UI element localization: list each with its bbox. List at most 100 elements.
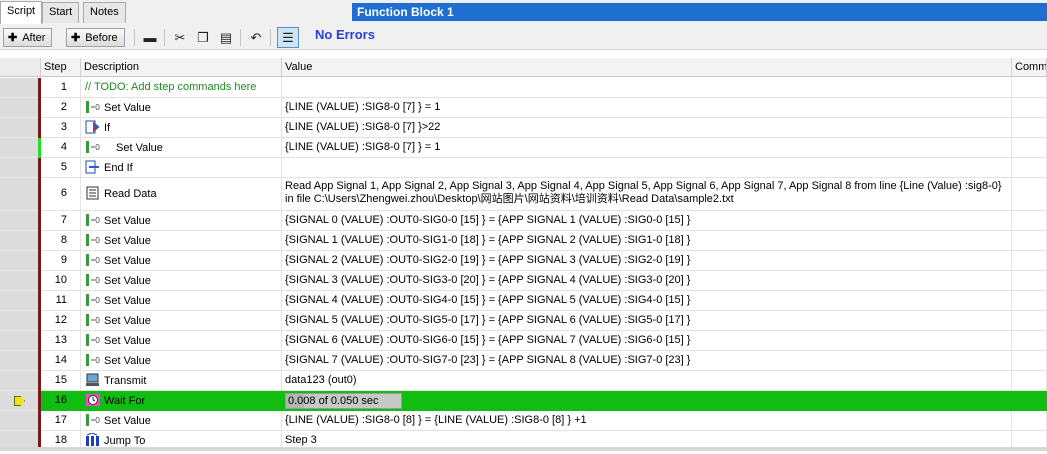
step-value[interactable]: {LINE (VALUE) :SIG8-0 [7] } = 1 (282, 98, 1012, 118)
table-row[interactable]: 3 If {LINE (VALUE) :SIG8-0 [7] }>22 (0, 118, 1047, 138)
step-description[interactable]: 0 Set Value (81, 231, 282, 251)
step-description[interactable]: 0 Set Value (81, 291, 282, 311)
row-gutter[interactable] (0, 138, 38, 158)
row-gutter[interactable] (0, 118, 38, 138)
step-comment[interactable] (1012, 371, 1047, 391)
insert-before-button[interactable]: ✚ Before (66, 28, 125, 47)
table-row[interactable]: 7 0 Set Value {SIGNAL 0 (VALUE) :OUT0-SIG… (0, 211, 1047, 231)
step-description[interactable]: Transmit (81, 371, 282, 391)
row-gutter[interactable] (0, 251, 38, 271)
step-comment[interactable] (1012, 158, 1047, 178)
insert-after-button[interactable]: ✚ After (3, 28, 53, 47)
step-description[interactable]: 0 Set Value (81, 98, 282, 118)
step-description[interactable]: Read Data (81, 178, 282, 211)
step-comment[interactable] (1012, 231, 1047, 251)
table-row[interactable]: 11 0 Set Value {SIGNAL 4 (VALUE) :OUT0-SI… (0, 291, 1047, 311)
step-comment[interactable] (1012, 118, 1047, 138)
step-comment[interactable] (1012, 331, 1047, 351)
row-gutter[interactable] (0, 371, 38, 391)
tab-script[interactable]: Script (0, 1, 43, 24)
row-gutter[interactable] (0, 178, 38, 211)
cut-icon[interactable]: ✂ (171, 29, 189, 46)
step-value[interactable]: {SIGNAL 5 (VALUE) :OUT0-SIG5-0 [17] } = … (282, 311, 1012, 331)
table-row[interactable]: 6 Read Data Read App Signal 1, App Signa… (0, 178, 1047, 211)
col-header-value[interactable]: Value (282, 58, 1012, 77)
table-row[interactable]: 12 0 Set Value {SIGNAL 5 (VALUE) :OUT0-SI… (0, 311, 1047, 331)
step-comment[interactable] (1012, 98, 1047, 118)
view-script-icon[interactable]: ☰ (277, 27, 299, 48)
table-row[interactable]: 15 Transmit data123 (out0) (0, 371, 1047, 391)
step-description[interactable]: 0 Set Value (81, 211, 282, 231)
row-gutter[interactable] (0, 331, 38, 351)
table-row[interactable]: 13 0 Set Value {SIGNAL 6 (VALUE) :OUT0-SI… (0, 331, 1047, 351)
table-row[interactable]: 8 0 Set Value {SIGNAL 1 (VALUE) :OUT0-SIG… (0, 231, 1047, 251)
table-row[interactable]: 17 0 Set Value {LINE (VALUE) :SIG8-0 [8] … (0, 411, 1047, 431)
minus-icon[interactable]: ▬ (141, 29, 159, 46)
copy-icon[interactable]: ❐ (194, 29, 212, 46)
step-comment[interactable] (1012, 178, 1047, 211)
paste-icon[interactable]: ▤ (217, 29, 235, 46)
step-value[interactable]: 0.008 of 0.050 sec (282, 391, 1012, 411)
step-value[interactable]: {SIGNAL 3 (VALUE) :OUT0-SIG3-0 [20] } = … (282, 271, 1012, 291)
step-comment[interactable] (1012, 271, 1047, 291)
step-description[interactable]: 0 Set Value (81, 411, 282, 431)
row-gutter[interactable] (0, 158, 38, 178)
step-value[interactable]: {SIGNAL 2 (VALUE) :OUT0-SIG2-0 [19] } = … (282, 251, 1012, 271)
row-gutter[interactable] (0, 351, 38, 371)
step-comment[interactable] (1012, 138, 1047, 158)
tab-start[interactable]: Start (42, 2, 80, 23)
row-gutter[interactable] (0, 291, 38, 311)
step-comment[interactable] (1012, 211, 1047, 231)
table-row[interactable]: 9 0 Set Value {SIGNAL 2 (VALUE) :OUT0-SIG… (0, 251, 1047, 271)
col-header-comment[interactable]: Comme (1012, 58, 1047, 77)
step-value[interactable] (282, 78, 1012, 98)
table-row[interactable]: 5 End If (0, 158, 1047, 178)
table-row[interactable]: 1 // TODO: Add step commands here (0, 78, 1047, 98)
step-description[interactable]: 0 Set Value (81, 271, 282, 291)
step-value[interactable]: {LINE (VALUE) :SIG8-0 [8] } = {LINE (VAL… (282, 411, 1012, 431)
step-description[interactable]: Wait For (81, 391, 282, 411)
step-value[interactable]: Read App Signal 1, App Signal 2, App Sig… (282, 178, 1012, 211)
row-gutter[interactable] (0, 411, 38, 431)
step-comment[interactable] (1012, 291, 1047, 311)
step-value[interactable]: {SIGNAL 0 (VALUE) :OUT0-SIG0-0 [15] } = … (282, 211, 1012, 231)
step-value[interactable]: {SIGNAL 6 (VALUE) :OUT0-SIG6-0 [15] } = … (282, 331, 1012, 351)
table-row[interactable]: 14 0 Set Value {SIGNAL 7 (VALUE) :OUT0-SI… (0, 351, 1047, 371)
step-comment[interactable] (1012, 391, 1047, 411)
step-comment[interactable] (1012, 411, 1047, 431)
table-row[interactable]: 10 0 Set Value {SIGNAL 3 (VALUE) :OUT0-SI… (0, 271, 1047, 291)
step-description[interactable]: If (81, 118, 282, 138)
step-description[interactable]: End If (81, 158, 282, 178)
step-value[interactable]: {LINE (VALUE) :SIG8-0 [7] } = 1 (282, 138, 1012, 158)
step-value[interactable]: {SIGNAL 4 (VALUE) :OUT0-SIG4-0 [15] } = … (282, 291, 1012, 311)
undo-icon[interactable]: ↶ (247, 29, 265, 46)
table-row-running[interactable]: 16 Wait For 0.008 of 0.050 sec (0, 391, 1047, 411)
step-comment[interactable] (1012, 251, 1047, 271)
row-gutter[interactable] (0, 311, 38, 331)
step-description[interactable]: 0 Set Value (81, 351, 282, 371)
row-gutter[interactable] (0, 231, 38, 251)
step-description[interactable]: // TODO: Add step commands here (81, 78, 282, 98)
step-value[interactable]: {SIGNAL 1 (VALUE) :OUT0-SIG1-0 [18] } = … (282, 231, 1012, 251)
row-gutter[interactable] (0, 98, 38, 118)
table-row[interactable]: 4 0 Set Value {LINE (VALUE) :SIG8-0 [7] }… (0, 138, 1047, 158)
col-header-step[interactable]: Step (41, 58, 81, 77)
step-description[interactable]: 0 Set Value (81, 331, 282, 351)
col-header-description[interactable]: Description (81, 58, 282, 77)
step-description[interactable]: 0 Set Value (81, 251, 282, 271)
step-value[interactable] (282, 158, 1012, 178)
step-description[interactable]: 0 Set Value (81, 138, 282, 158)
step-value[interactable]: {SIGNAL 7 (VALUE) :OUT0-SIG7-0 [23] } = … (282, 351, 1012, 371)
horizontal-scrollbar[interactable] (0, 447, 1047, 451)
row-gutter[interactable] (0, 391, 38, 411)
step-comment[interactable] (1012, 351, 1047, 371)
step-comment[interactable] (1012, 78, 1047, 98)
step-value[interactable]: data123 (out0) (282, 371, 1012, 391)
row-gutter[interactable] (0, 271, 38, 291)
step-comment[interactable] (1012, 311, 1047, 331)
table-row[interactable]: 2 0 Set Value {LINE (VALUE) :SIG8-0 [7] }… (0, 98, 1047, 118)
row-gutter[interactable] (0, 211, 38, 231)
tab-notes[interactable]: Notes (83, 2, 126, 23)
step-value[interactable]: {LINE (VALUE) :SIG8-0 [7] }>22 (282, 118, 1012, 138)
step-description[interactable]: 0 Set Value (81, 311, 282, 331)
